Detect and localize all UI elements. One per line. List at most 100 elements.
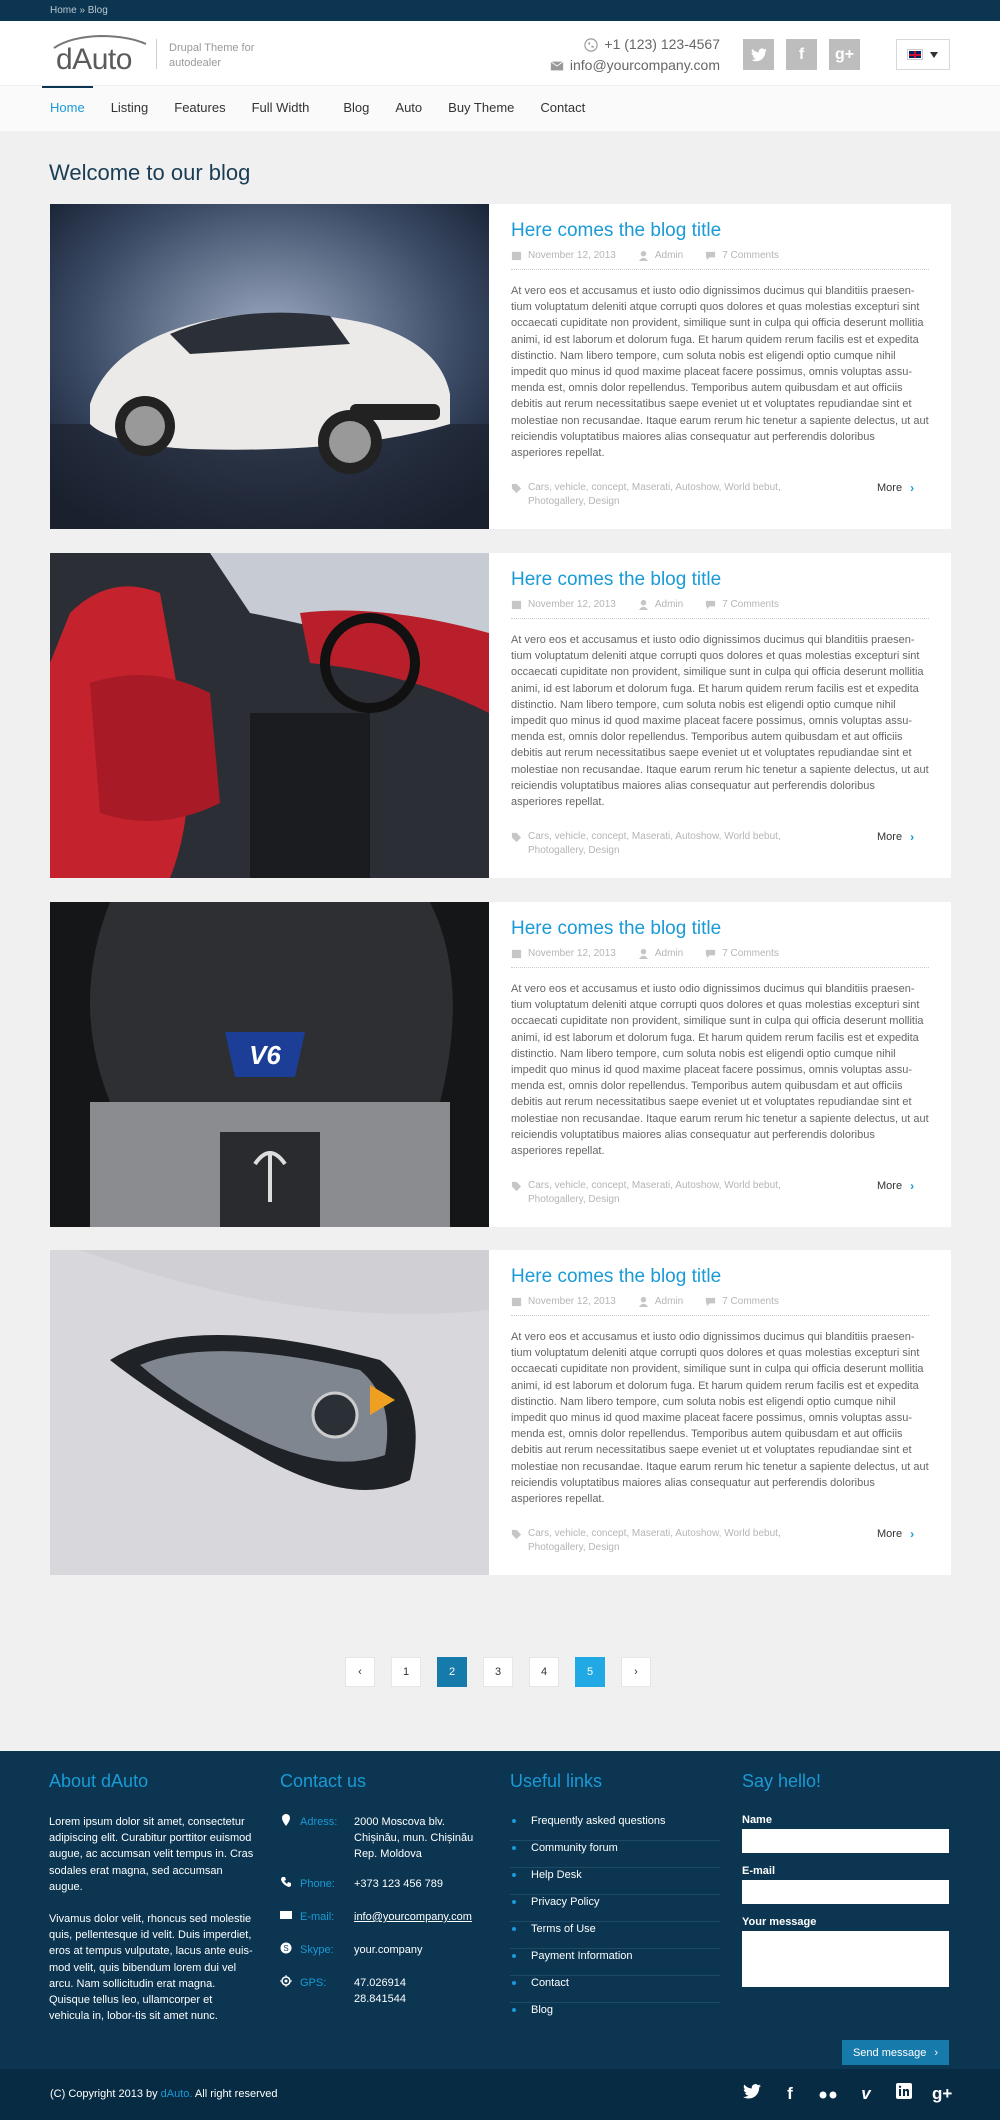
uk-flag-icon [907,49,923,60]
pagination: ‹ 1 2 3 4 5 › [345,1657,651,1687]
post-author[interactable]: Admin [655,948,683,959]
more-link[interactable]: More › [877,1527,914,1541]
post-comments[interactable]: 7 Comments [722,1296,779,1307]
email-value[interactable]: info@yourcompany.com [354,1909,484,1926]
twitter-icon[interactable] [742,2083,762,2104]
post-tags-text[interactable]: Cars, vehicle, concept, Maserati, Autosh… [528,1179,801,1207]
footer-link[interactable]: Payment Information [510,1949,720,1976]
footer-link[interactable]: Contact [510,1976,720,2003]
page-4[interactable]: 4 [529,1657,559,1687]
post-image-engine[interactable]: V6 [50,902,489,1227]
more-link[interactable]: More › [877,830,914,844]
tag-icon [511,832,522,843]
tag-icon [511,483,522,494]
google-plus-icon[interactable]: g+ [932,2084,952,2104]
facebook-icon[interactable]: f [786,39,817,70]
page-2-current[interactable]: 2 [437,1657,467,1687]
vimeo-icon[interactable]: v [856,2084,876,2104]
footer-about-p1: Lorem ipsum dolor sit amet, consectetur … [49,1816,254,1893]
nav-buy-theme[interactable]: Buy Theme [448,86,514,132]
user-icon [638,948,648,959]
email-input[interactable] [742,1880,949,1904]
skype-value[interactable]: your.company [354,1942,484,1959]
copyright-brand-link[interactable]: dAuto. [161,2088,193,2100]
logo-divider [156,39,157,69]
post-image-white-car[interactable] [50,204,489,529]
tag-icon [511,1529,522,1540]
page-3[interactable]: 3 [483,1657,513,1687]
message-textarea[interactable] [742,1931,949,1987]
more-link[interactable]: More › [877,1179,914,1193]
message-label: Your message [742,1916,817,1928]
post-date: November 12, 2013 [528,1296,616,1307]
post-comments[interactable]: 7 Comments [722,599,779,610]
post-tags-text[interactable]: Cars, vehicle, concept, Maserati, Autosh… [528,1527,801,1555]
footer-link[interactable]: Community forum [510,1841,720,1868]
logo[interactable]: dAuto [50,35,150,76]
footer-link[interactable]: Terms of Use [510,1922,720,1949]
more-link[interactable]: More › [877,481,914,495]
post-tags-text[interactable]: Cars, vehicle, concept, Maserati, Autosh… [528,481,801,509]
post-title[interactable]: Here comes the blog title [511,569,929,591]
header-phone[interactable]: +1 (123) 123-4567 [604,34,720,55]
next-page-button[interactable]: › [621,1657,651,1687]
footer-link[interactable]: Help Desk [510,1868,720,1895]
post-author[interactable]: Admin [655,250,683,261]
footer-social: f v g+ [742,2083,952,2104]
nav-listing[interactable]: Listing [111,86,149,132]
nav-auto[interactable]: Auto [395,86,422,132]
prev-page-button[interactable]: ‹ [345,1657,375,1687]
footer-link[interactable]: Blog [510,2003,720,2030]
phone-value[interactable]: +373 123 456 789 [354,1876,484,1893]
footer-link[interactable]: Frequently asked questions [510,1814,720,1841]
user-icon [638,599,648,610]
chevron-right-icon: › [934,2046,939,2059]
page-1[interactable]: 1 [391,1657,421,1687]
calendar-icon [511,600,522,610]
post-title[interactable]: Here comes the blog title [511,220,929,242]
header-email[interactable]: info@yourcompany.com [570,55,720,76]
calendar-icon [511,251,522,261]
linkedin-icon[interactable] [894,2083,914,2104]
language-selector[interactable] [896,39,950,70]
chevron-right-icon: › [910,1527,915,1541]
post-meta: November 12, 2013 Admin 7 Comments [511,599,929,619]
user-icon [638,1296,648,1307]
nav-contact[interactable]: Contact [540,86,585,132]
post-comments[interactable]: 7 Comments [722,250,779,261]
nav-blog[interactable]: Blog [343,86,369,132]
nav-home[interactable]: Home [42,86,93,132]
post-excerpt: At vero eos et accusamus et iusto odio d… [511,983,929,1158]
facebook-icon[interactable]: f [780,2084,800,2104]
address-label: Adress: [300,1816,338,1828]
svg-text:V6: V6 [249,1040,281,1070]
nav-features[interactable]: Features [174,86,225,132]
flickr-icon[interactable] [818,2084,838,2104]
footer-links: Useful links Frequently asked questions … [510,1771,720,2030]
post-image-interior[interactable] [50,553,489,878]
post-date: November 12, 2013 [528,250,616,261]
chevron-right-icon: › [910,481,915,495]
nav-full-width[interactable]: Full Width [252,86,310,132]
twitter-icon[interactable] [743,39,774,70]
main-nav: Home Listing Features Full Width Blog Au… [0,85,1000,131]
breadcrumb[interactable]: Home » Blog [0,0,1000,21]
post-title[interactable]: Here comes the blog title [511,918,929,940]
tagline: Drupal Theme for autodealer [169,42,255,69]
post-comments[interactable]: 7 Comments [722,948,779,959]
post-image-headlight[interactable] [50,1250,489,1575]
post-title[interactable]: Here comes the blog title [511,1266,929,1288]
post-author[interactable]: Admin [655,1296,683,1307]
page-5[interactable]: 5 [575,1657,605,1687]
skype-icon: S [280,1942,292,1954]
email-label: E-mail: [300,1911,335,1923]
post-tags-text[interactable]: Cars, vehicle, concept, Maserati, Autosh… [528,830,801,858]
name-input[interactable] [742,1829,949,1853]
google-plus-icon[interactable]: g+ [829,39,860,70]
phone-label: Phone: [300,1878,335,1890]
footer-link[interactable]: Privacy Policy [510,1895,720,1922]
post-author[interactable]: Admin [655,599,683,610]
send-message-button[interactable]: Send message › [842,2040,949,2065]
logo-text: dAuto [56,43,132,76]
footer-links-title: Useful links [510,1771,603,1791]
